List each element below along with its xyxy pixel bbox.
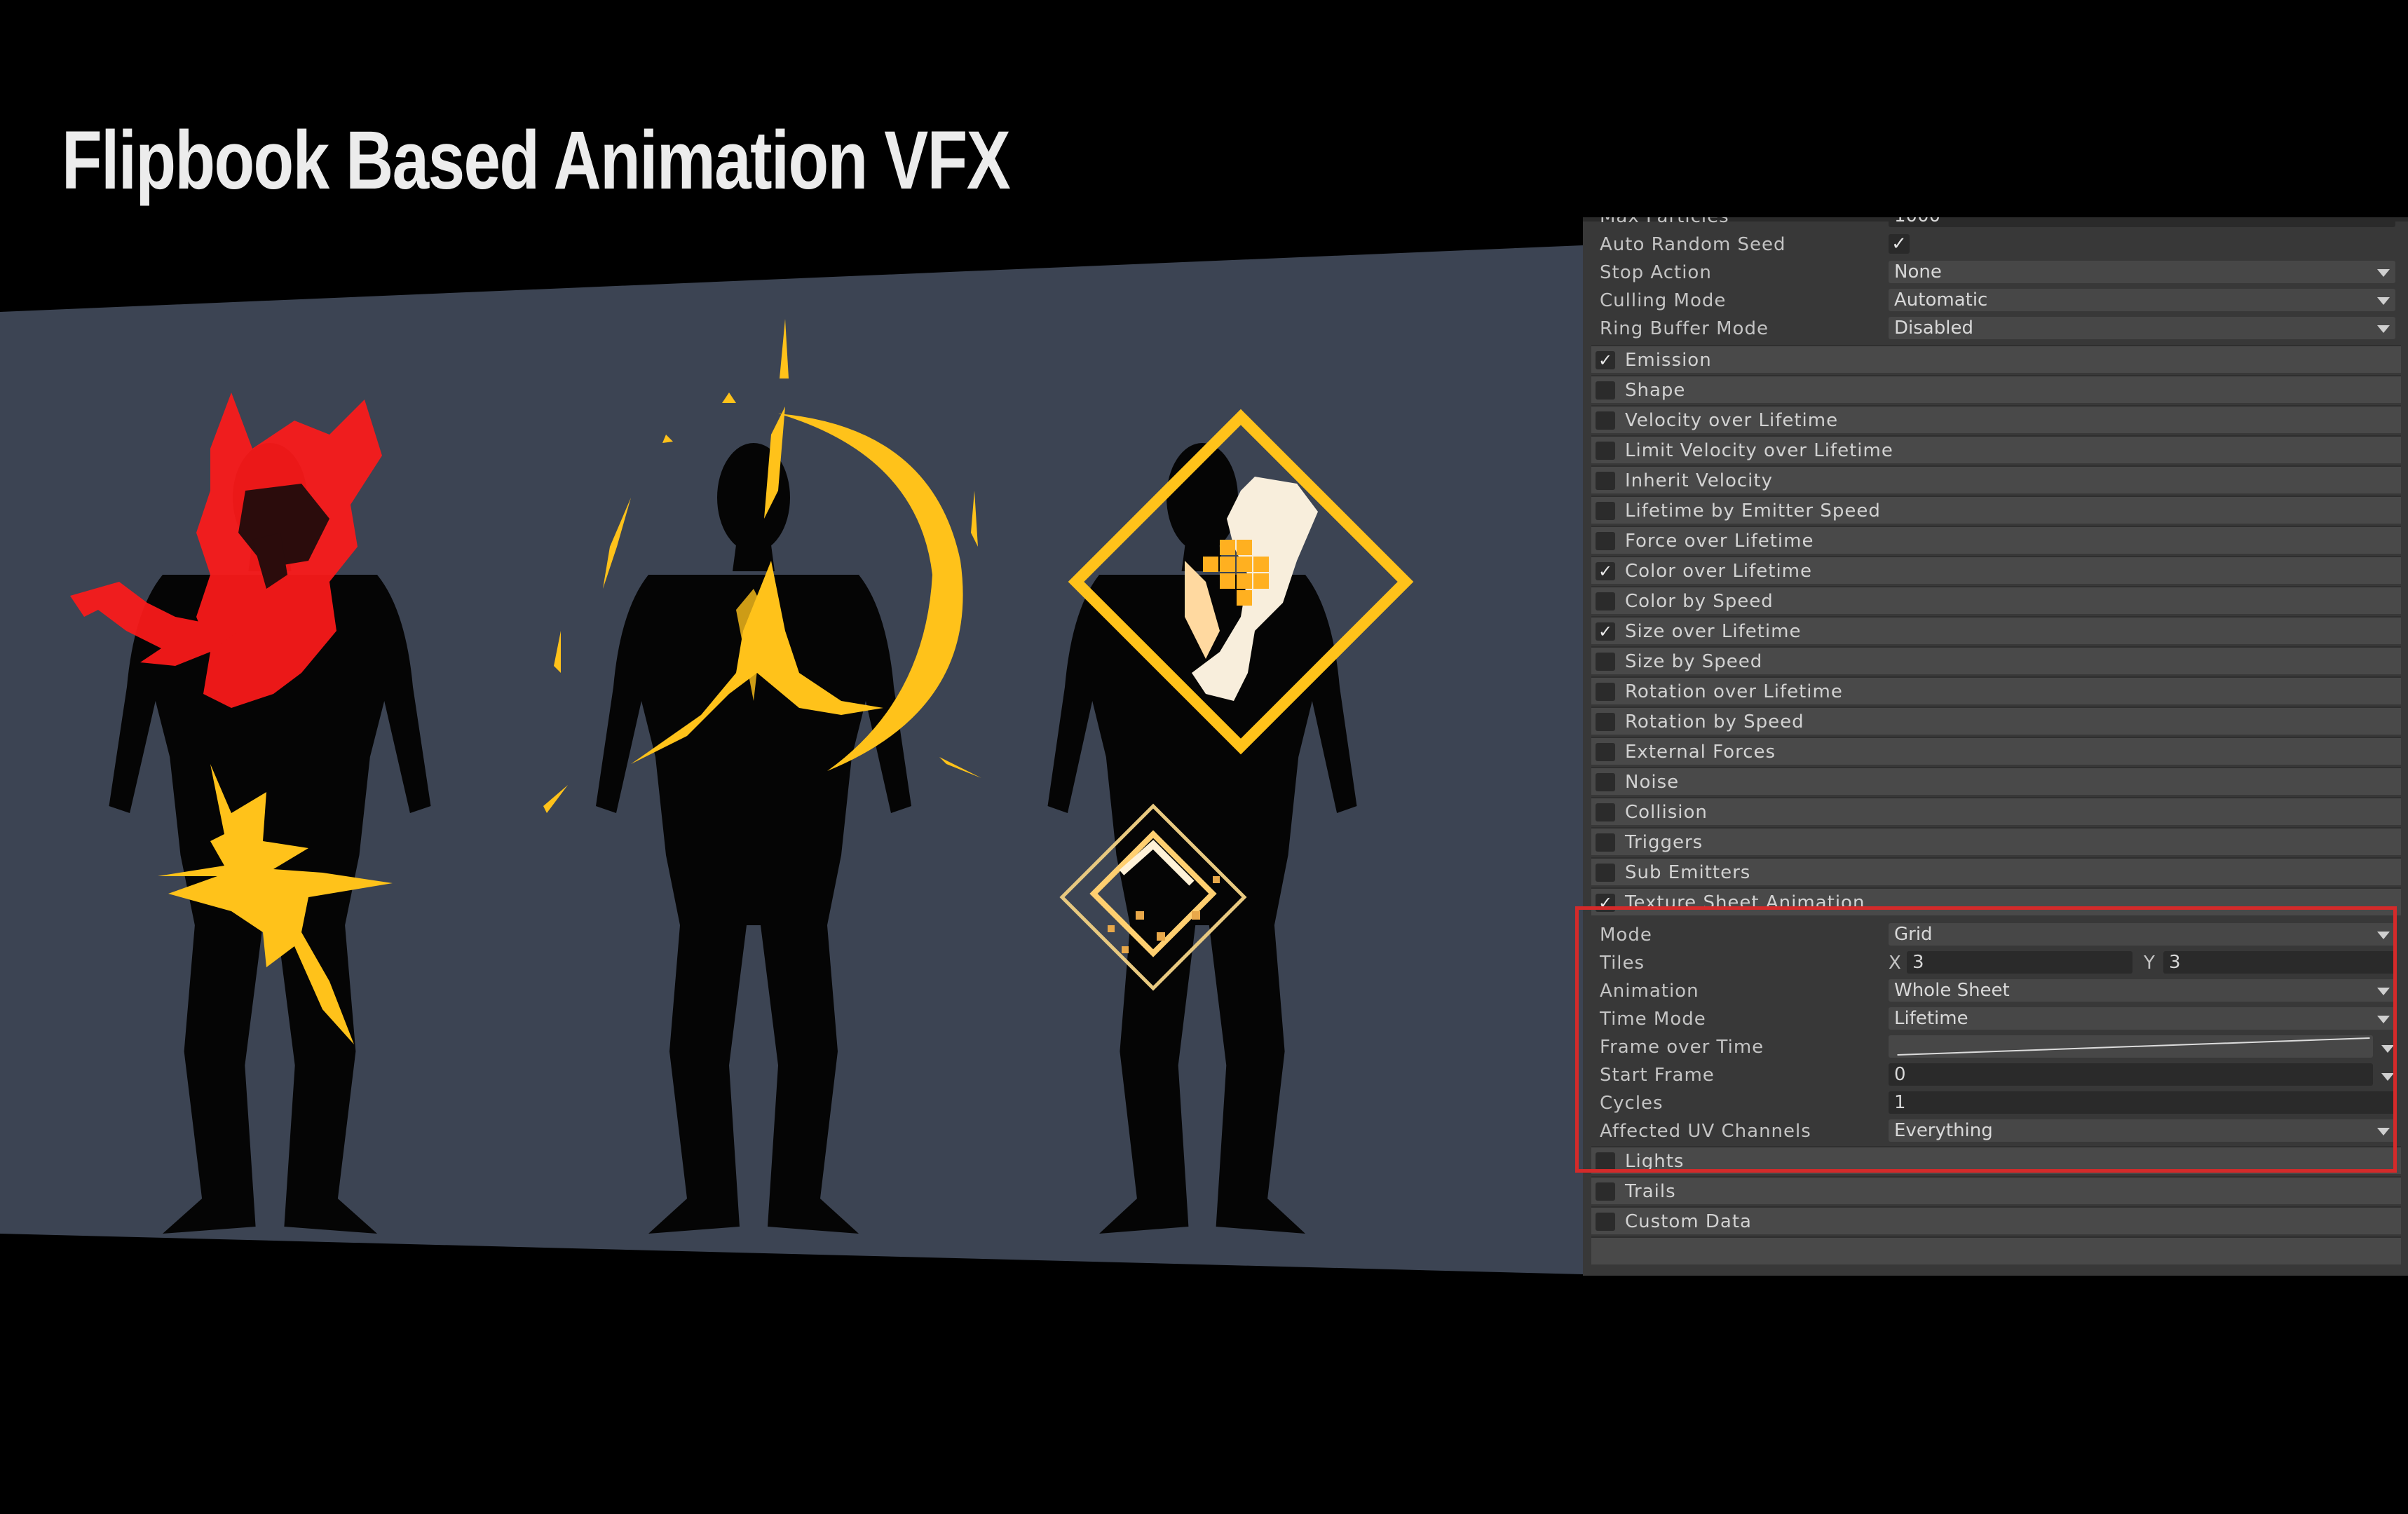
auto-random-seed-checkbox[interactable]: ✓ xyxy=(1889,234,1910,254)
module-label: Velocity over Lifetime xyxy=(1625,410,1839,431)
module-inherit-velocity[interactable]: Inherit Velocity xyxy=(1591,465,2401,493)
module-external-forces[interactable]: External Forces xyxy=(1591,737,2401,765)
module-checkbox[interactable] xyxy=(1596,833,1615,852)
module-collision[interactable]: Collision xyxy=(1591,797,2401,825)
module-force-over-lifetime[interactable]: Force over Lifetime xyxy=(1591,526,2401,554)
texture-sheet-highlight-frame xyxy=(1575,906,2397,1173)
module-label: Inherit Velocity xyxy=(1625,470,1773,491)
module-checkbox[interactable] xyxy=(1596,1182,1615,1201)
module-noise[interactable]: Noise xyxy=(1591,767,2401,795)
module-label: Trails xyxy=(1625,1181,1676,1202)
module-label: Lifetime by Emitter Speed xyxy=(1625,500,1881,521)
max-particles-label: Max Particles xyxy=(1600,217,1729,227)
chevron-down-icon xyxy=(2377,269,2390,277)
chevron-down-icon xyxy=(2377,297,2390,305)
module-rotation-by-speed[interactable]: Rotation by Speed xyxy=(1591,707,2401,735)
module-size-over-lifetime[interactable]: ✓ Size over Lifetime xyxy=(1591,616,2401,644)
module-label: Collision xyxy=(1625,802,1708,823)
module-velocity-over-lifetime[interactable]: Velocity over Lifetime xyxy=(1591,405,2401,433)
module-rotation-over-lifetime[interactable]: Rotation over Lifetime xyxy=(1591,676,2401,704)
stop-action-dropdown[interactable]: None xyxy=(1889,261,2395,283)
page-title: Flipbook Based Animation VFX xyxy=(62,114,1011,207)
module-label: Limit Velocity over Lifetime xyxy=(1625,440,1893,461)
module-color-by-speed[interactable]: Color by Speed xyxy=(1591,586,2401,614)
module-checkbox[interactable]: ✓ xyxy=(1596,622,1615,641)
auto-random-seed-label: Auto Random Seed xyxy=(1600,234,1786,255)
module-checkbox[interactable] xyxy=(1596,411,1615,430)
module-label: Force over Lifetime xyxy=(1625,531,1814,552)
module-shape[interactable]: Shape xyxy=(1591,375,2401,403)
module-label: Sub Emitters xyxy=(1625,862,1751,883)
ring-buffer-mode-label: Ring Buffer Mode xyxy=(1600,318,1769,339)
module-label: Triggers xyxy=(1625,832,1703,853)
module-emission[interactable]: ✓ Emission xyxy=(1591,345,2401,373)
module-checkbox[interactable] xyxy=(1596,442,1615,460)
module-checkbox[interactable] xyxy=(1596,653,1615,671)
module-label: External Forces xyxy=(1625,742,1776,763)
stop-action-label: Stop Action xyxy=(1600,262,1712,283)
module-checkbox[interactable]: ✓ xyxy=(1596,562,1615,580)
stop-action-row: Stop Action None xyxy=(1583,258,2408,286)
ring-buffer-mode-dropdown[interactable]: Disabled xyxy=(1889,317,2395,339)
module-label: Size by Speed xyxy=(1625,651,1763,672)
module-color-over-lifetime[interactable]: ✓ Color over Lifetime xyxy=(1591,556,2401,584)
max-particles-row: Max Particles 1000 xyxy=(1583,217,2408,230)
module-checkbox[interactable] xyxy=(1596,532,1615,550)
module-limit-velocity-over-lifetime[interactable]: Limit Velocity over Lifetime xyxy=(1591,435,2401,463)
module-label: Size over Lifetime xyxy=(1625,621,1802,642)
module-label: Emission xyxy=(1625,350,1712,371)
module-label: Custom Data xyxy=(1625,1211,1752,1232)
module-checkbox[interactable] xyxy=(1596,713,1615,731)
module-checkbox[interactable] xyxy=(1596,773,1615,791)
module-custom-data[interactable]: Custom Data xyxy=(1591,1206,2401,1234)
module-checkbox[interactable] xyxy=(1596,864,1615,882)
module-checkbox[interactable] xyxy=(1596,502,1615,520)
module-label: Rotation over Lifetime xyxy=(1625,681,1843,702)
auto-random-seed-row: Auto Random Seed ✓ xyxy=(1583,230,2408,258)
module-row-partial xyxy=(1591,1236,2401,1264)
module-checkbox[interactable] xyxy=(1596,803,1615,821)
module-checkbox[interactable] xyxy=(1596,592,1615,611)
module-label: Noise xyxy=(1625,772,1680,793)
module-checkbox[interactable]: ✓ xyxy=(1596,351,1615,369)
ring-buffer-mode-row: Ring Buffer Mode Disabled xyxy=(1583,314,2408,342)
culling-mode-row: Culling Mode Automatic xyxy=(1583,286,2408,314)
culling-mode-dropdown[interactable]: Automatic xyxy=(1889,289,2395,311)
module-lifetime-by-emitter-speed[interactable]: Lifetime by Emitter Speed xyxy=(1591,496,2401,524)
module-label: Color over Lifetime xyxy=(1625,561,1812,582)
module-checkbox[interactable] xyxy=(1596,683,1615,701)
module-trails[interactable]: Trails xyxy=(1591,1176,2401,1204)
module-size-by-speed[interactable]: Size by Speed xyxy=(1591,646,2401,674)
module-checkbox[interactable] xyxy=(1596,472,1615,490)
module-label: Rotation by Speed xyxy=(1625,711,1804,732)
module-triggers[interactable]: Triggers xyxy=(1591,827,2401,855)
culling-mode-label: Culling Mode xyxy=(1600,290,1727,311)
module-label: Shape xyxy=(1625,380,1686,401)
max-particles-field[interactable]: 1000 xyxy=(1889,217,2395,227)
module-checkbox[interactable] xyxy=(1596,1213,1615,1231)
chevron-down-icon xyxy=(2377,325,2390,333)
module-checkbox[interactable] xyxy=(1596,743,1615,761)
module-checkbox[interactable] xyxy=(1596,381,1615,400)
module-sub-emitters[interactable]: Sub Emitters xyxy=(1591,857,2401,885)
module-label: Color by Speed xyxy=(1625,591,1774,612)
